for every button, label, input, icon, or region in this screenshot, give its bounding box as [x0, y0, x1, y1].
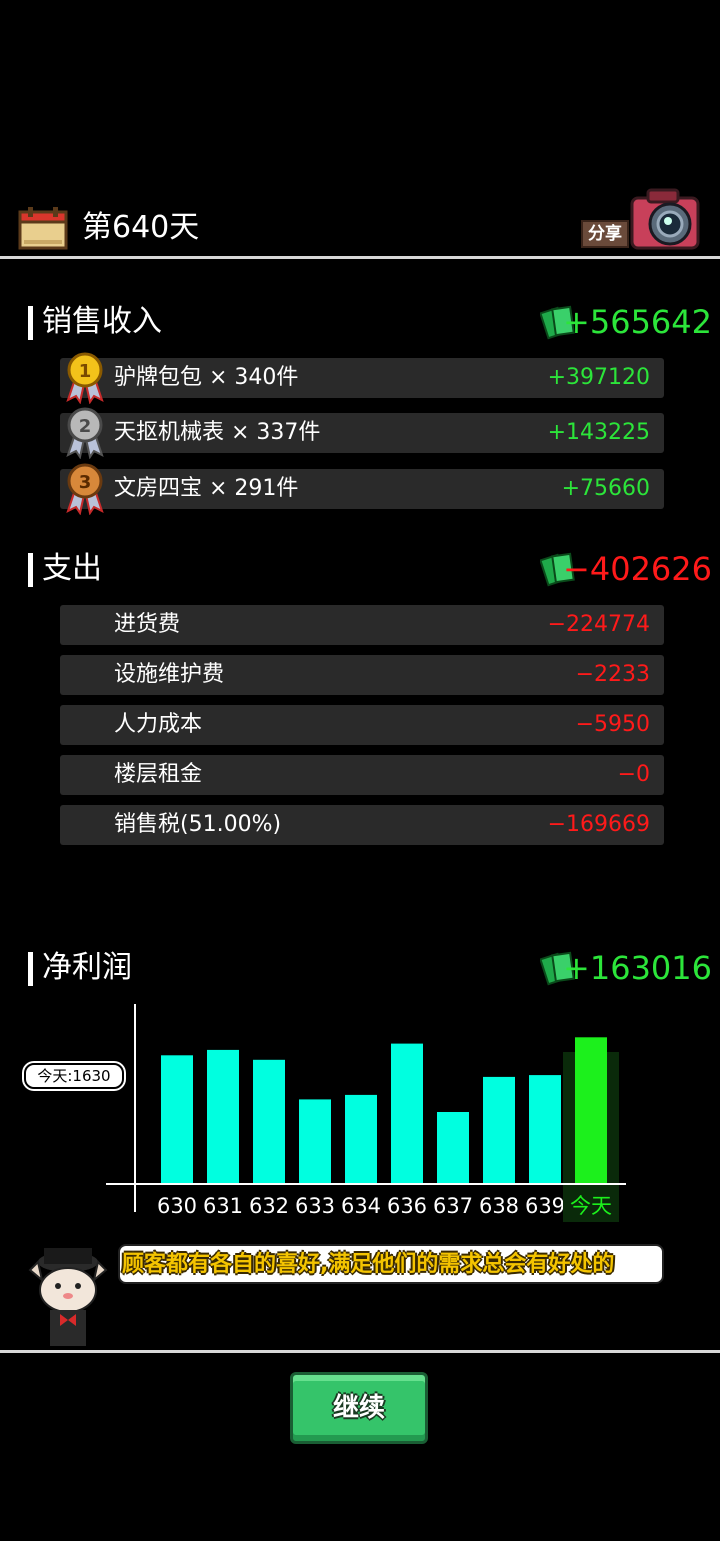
expense-item-value: −2233 [575, 662, 650, 687]
chart-tick-label: 今天 [570, 1194, 612, 1218]
income-item-value: +397120 [547, 365, 650, 390]
expense-item-label: 楼层租金 [114, 762, 203, 787]
header-divider [0, 256, 720, 259]
chart-tick-label: 639 [525, 1194, 565, 1218]
chart-tick-label: 633 [295, 1194, 335, 1218]
income-row-3: 3 文房四宝 × 291件 +75660 [60, 463, 664, 515]
medal-rank-1: 1 [79, 361, 92, 382]
chart-bar-632 [253, 1059, 285, 1184]
income-item-label: 天抠机械表 × 337件 [114, 420, 321, 445]
income-title: 销售收入 [28, 302, 162, 342]
income-item-label: 驴牌包包 × 340件 [114, 365, 299, 390]
profit-total: +163016 [563, 949, 712, 987]
expense-row: 楼层租金 −0 [60, 755, 664, 795]
medal-rank-2: 2 [79, 416, 92, 437]
income-row-2: 2 天抠机械表 × 337件 +143225 [60, 407, 664, 459]
camera-icon[interactable] [628, 188, 702, 250]
expense-item-label: 销售税(51.00%) [114, 812, 282, 837]
expense-total: −402626 [563, 550, 712, 588]
chart-tick-label: 632 [249, 1194, 289, 1218]
income-item-value: +75660 [561, 476, 650, 501]
expense-row: 人力成本 −5950 [60, 705, 664, 745]
chart-tick-label: 636 [387, 1194, 427, 1218]
expense-item-label: 进货费 [114, 612, 181, 637]
continue-button[interactable]: 继续 [290, 1372, 428, 1444]
chart-bar-636 [391, 1043, 423, 1184]
chart-bar-637 [437, 1112, 469, 1184]
chart-tick-label: 631 [203, 1194, 243, 1218]
expense-item-value: −5950 [575, 712, 650, 737]
chart-bar-638 [483, 1076, 515, 1184]
profit-chart: 630 631 632 633 634 636 637 638 639 今天 [106, 1004, 626, 1222]
medal-rank-3: 3 [79, 472, 92, 493]
income-row-1: 1 驴牌包包 × 340件 +397120 [60, 352, 664, 404]
income-item-label: 文房四宝 × 291件 [114, 476, 299, 501]
chart-bar-639 [529, 1075, 561, 1184]
gold-medal-icon: 1 [66, 352, 104, 404]
expense-item-value: −224774 [547, 612, 650, 637]
expense-item-label: 人力成本 [114, 712, 203, 737]
share-label[interactable]: 分享 [581, 220, 629, 248]
income-total: +565642 [563, 303, 712, 341]
chart-tick-label: 638 [479, 1194, 519, 1218]
expense-item-value: −0 [617, 762, 650, 787]
expense-title: 支出 [28, 549, 102, 589]
income-item-value: +143225 [547, 420, 650, 445]
chart-bar-631 [207, 1049, 239, 1184]
silver-medal-icon: 2 [66, 407, 104, 459]
expense-row: 设施维护费 −2233 [60, 655, 664, 695]
chart-bar-630 [161, 1055, 193, 1184]
profit-title: 净利润 [28, 948, 132, 988]
chart-bar-今天 [575, 1037, 607, 1184]
bottom-divider [0, 1350, 720, 1353]
chart-tick-label: 637 [433, 1194, 473, 1218]
today-value-bubble: 今天:1630 [24, 1063, 124, 1089]
chart-tick-label: 630 [157, 1194, 197, 1218]
cat-merchant-avatar [28, 1248, 108, 1346]
expense-item-value: −169669 [547, 812, 650, 837]
expense-row: 进货费 −224774 [60, 605, 664, 645]
chart-bar-634 [345, 1094, 377, 1184]
chart-bar-633 [299, 1099, 331, 1184]
calendar-icon [18, 207, 68, 250]
day-title: 第640天 [82, 210, 200, 245]
continue-label[interactable]: 继续 [293, 1375, 425, 1441]
chart-tick-label: 634 [341, 1194, 381, 1218]
expense-item-label: 设施维护费 [114, 662, 225, 687]
bronze-medal-icon: 3 [66, 463, 104, 515]
expense-row: 销售税(51.00%) −169669 [60, 805, 664, 845]
tip-text: 顾客都有各自的喜好,满足他们的需求总会有好处的 [122, 1252, 615, 1277]
